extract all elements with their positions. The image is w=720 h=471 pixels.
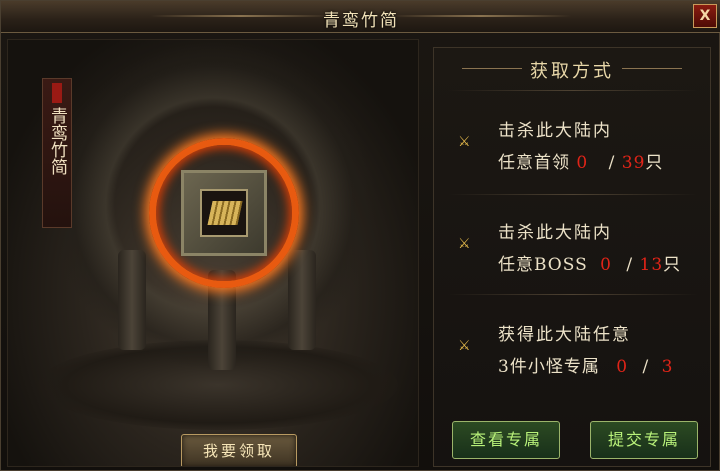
item-frame bbox=[181, 170, 267, 256]
task-unit: 只 bbox=[663, 255, 682, 275]
title-bar: 青鸾竹简 X bbox=[1, 1, 720, 33]
item-slot[interactable] bbox=[200, 189, 248, 237]
task-target-label: 3件小怪专属 bbox=[498, 357, 600, 377]
sword-check-icon: ⚔ bbox=[458, 338, 471, 354]
task-separator: / bbox=[608, 153, 616, 173]
task-progress: 3件小怪专属 0 / 3 bbox=[498, 352, 673, 377]
task-separator: / bbox=[642, 357, 650, 377]
task-description: 击杀此大陆内 bbox=[498, 121, 612, 141]
window-title: 青鸾竹简 bbox=[323, 11, 399, 31]
item-showcase[interactable] bbox=[133, 118, 349, 334]
divider bbox=[448, 294, 698, 295]
task-target-label: 任意首领 bbox=[498, 153, 570, 173]
vertical-item-title: 青鸾竹简 bbox=[42, 78, 72, 228]
divider bbox=[448, 194, 698, 195]
task-required-count: 39 bbox=[621, 153, 646, 173]
close-button[interactable]: X bbox=[693, 4, 717, 28]
vertical-title-text: 青鸾竹简 bbox=[47, 107, 67, 175]
task-current-count: 0 bbox=[616, 357, 629, 377]
sword-check-icon: ⚔ bbox=[458, 134, 471, 150]
claim-button[interactable]: 我要领取 bbox=[181, 434, 297, 466]
task-target-label: 任意BOSS bbox=[498, 255, 588, 275]
view-exclusive-button[interactable]: 查看专属 bbox=[452, 421, 560, 459]
task-separator: / bbox=[626, 255, 634, 275]
item-display-panel: 青鸾竹简 我要领取 bbox=[7, 39, 419, 467]
acquisition-panel: 获取方式 ⚔ 击杀此大陆内 任意首领 0 / 39只 ⚔ 击杀此大陆内 任意BO… bbox=[433, 47, 711, 467]
divider bbox=[448, 90, 698, 91]
acquisition-header: 获取方式 bbox=[434, 48, 710, 88]
task-required-count: 3 bbox=[661, 357, 674, 377]
task-progress: 任意首领 0 / 39只 bbox=[498, 148, 663, 173]
task-required-count: 13 bbox=[639, 255, 664, 275]
task-item: ⚔ 击杀此大陆内 任意BOSS 0 / 13只 bbox=[434, 200, 710, 290]
task-unit: 只 bbox=[645, 153, 664, 173]
submit-exclusive-button[interactable]: 提交专属 bbox=[590, 421, 698, 459]
acquisition-title: 获取方式 bbox=[530, 61, 614, 82]
task-description: 获得此大陆任意 bbox=[498, 325, 631, 345]
task-item: ⚔ 获得此大陆任意 3件小怪专属 0 / 3 bbox=[434, 302, 710, 392]
bamboo-scroll-icon bbox=[207, 201, 243, 225]
quest-window: 青鸾竹简 X 青鸾竹简 我要领取 获取方式 ⚔ 击杀此大陆内 任意首领 0 / … bbox=[0, 0, 720, 471]
task-current-count: 0 bbox=[600, 255, 612, 275]
task-progress: 任意BOSS 0 / 13只 bbox=[498, 250, 681, 275]
ribbon-icon bbox=[52, 83, 62, 103]
task-description: 击杀此大陆内 bbox=[498, 223, 612, 243]
sword-check-icon: ⚔ bbox=[458, 236, 471, 252]
task-current-count: 0 bbox=[576, 153, 589, 173]
task-item: ⚔ 击杀此大陆内 任意首领 0 / 39只 bbox=[434, 98, 710, 188]
